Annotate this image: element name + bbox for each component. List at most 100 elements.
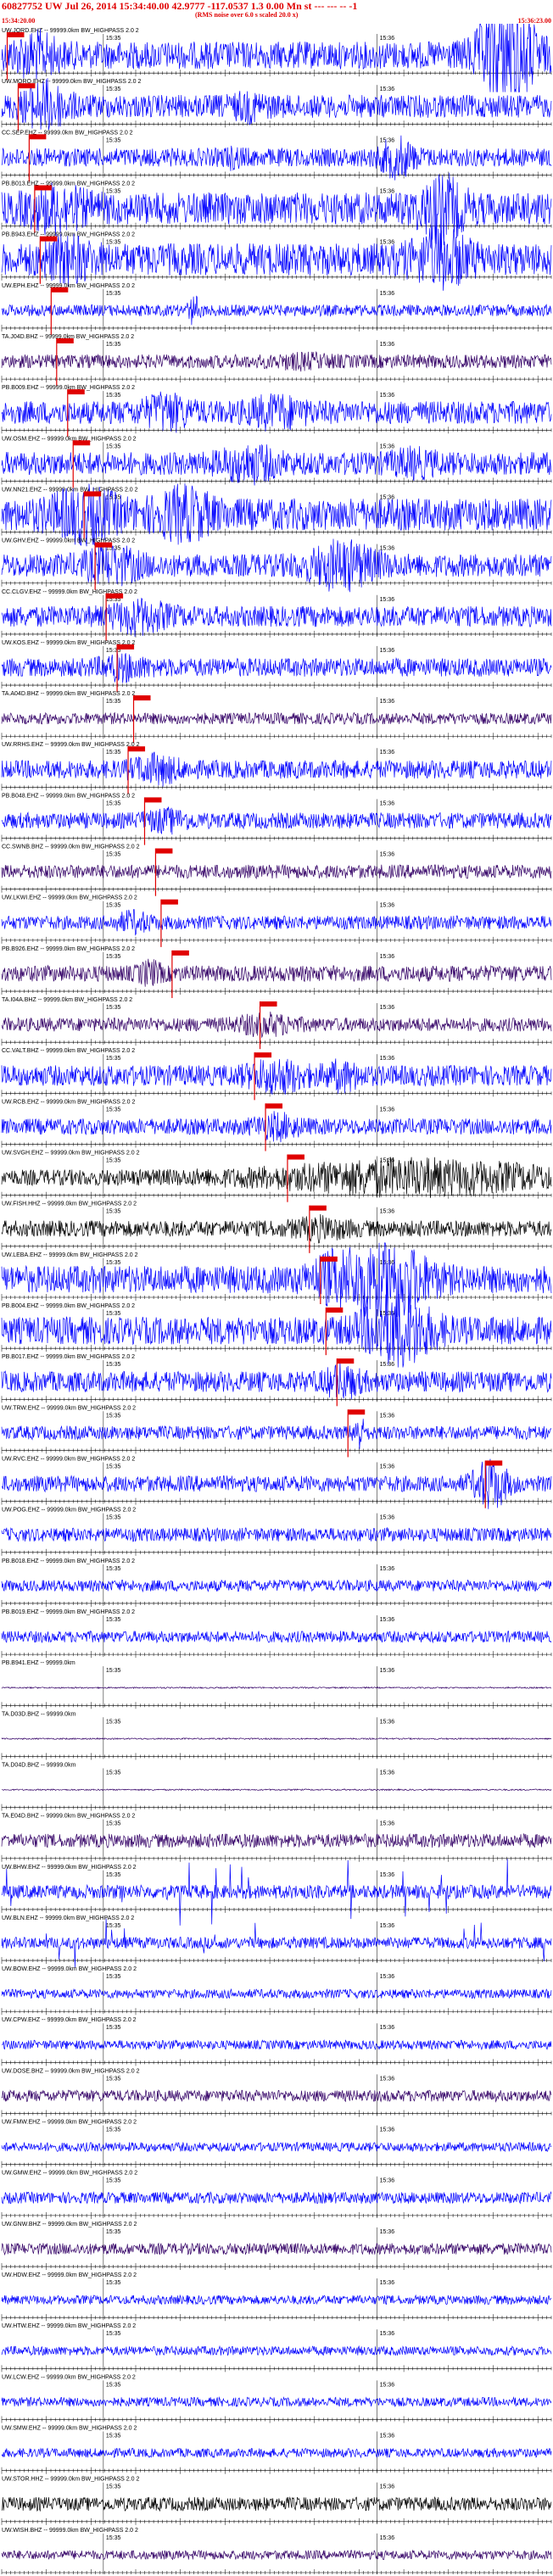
trace-label: PB.B013.EHZ -- 99999.0km BW_HIGHPASS 2.0… [2, 181, 135, 187]
minute-label: 15:35 [106, 86, 121, 92]
trace-label: UW.GMW.EHZ -- 99999.0km BW_HIGHPASS 2.0 … [2, 2171, 137, 2177]
waveform [1, 1788, 552, 1792]
minute-label: 15:35 [106, 1872, 121, 1878]
pick-flag [18, 83, 36, 89]
waveform [1, 2039, 552, 2051]
minute-label: 15:36 [380, 1464, 395, 1469]
waveform [1, 1012, 552, 1039]
trace-label: UW.LKWI.EHZ -- 99999.0km BW_HIGHPASS 2.0… [2, 895, 137, 901]
trace-label: UW.HDW.EHZ -- 99999.0km BW_HIGHPASS 2.0 … [2, 2272, 137, 2278]
pick-flag [51, 287, 69, 293]
pick-flag [337, 1358, 355, 1364]
waveform [1, 538, 552, 593]
pick-flag [56, 337, 74, 343]
trace-label: UW.BOW.EHZ -- 99999.0km BW_HIGHPASS 2.0 … [2, 1966, 137, 1972]
pick-flag [106, 593, 124, 599]
waveform [1, 2345, 552, 2356]
minute-label: 15:35 [106, 1158, 121, 1164]
trace-label: TA.I04A.BHZ -- 99999.0km BW_HIGHPASS 2.0… [2, 997, 132, 1003]
minute-label: 15:35 [106, 36, 121, 42]
minute-label: 15:36 [380, 291, 395, 297]
trace-label: UW.KOS.EHZ -- 99999.0km BW_HIGHPASS 2.0 … [2, 640, 136, 646]
minute-label: 15:36 [380, 1668, 395, 1674]
trace-label: TA.D03D.BHZ -- 99999.0km [2, 1711, 76, 1717]
minute-label: 15:36 [380, 1770, 395, 1776]
pick-flag [171, 950, 189, 956]
trace-label: UW.LEBA.EHZ -- 99999.0km BW_HIGHPASS 2.0… [2, 1252, 138, 1258]
minute-label: 15:36 [380, 546, 395, 552]
minute-label: 15:35 [106, 2127, 121, 2133]
seismogram-panel: UW.JORD.EHZ -- 99999.0km BW_HIGHPASS 2.0… [1, 24, 552, 2574]
pick-flag [7, 32, 25, 37]
minute-label: 15:36 [380, 2535, 395, 2541]
waveform [1, 2088, 552, 2103]
minute-label: 15:36 [380, 1056, 395, 1062]
minute-label: 15:35 [106, 2382, 121, 2388]
minute-label: 15:36 [380, 2382, 395, 2388]
minute-label: 15:36 [380, 2280, 395, 2286]
trace-label: UW.DOSE.BHZ -- 99999.0km BW_HIGHPASS 2.0… [2, 2068, 140, 2074]
minute-label: 15:35 [106, 1362, 121, 1368]
minute-label: 15:35 [106, 699, 121, 705]
minute-label: 15:36 [380, 137, 395, 143]
pick-flag [348, 1409, 366, 1415]
minute-label: 15:35 [106, 393, 121, 399]
minute-label: 15:36 [380, 240, 395, 246]
minute-label: 15:36 [380, 1158, 395, 1164]
trace-label: TA.A04D.BHZ -- 99999.0km BW_HIGHPASS 2.0… [2, 691, 135, 697]
waveform [1, 2141, 552, 2153]
waveform [1, 806, 552, 835]
minute-label: 15:35 [106, 2434, 121, 2439]
minute-label: 15:36 [380, 1617, 395, 1623]
minute-label: 15:35 [106, 188, 121, 194]
waveform [1, 651, 552, 683]
record-title: 60827752 UW Jul 26, 2014 15:34:40.00 42.… [2, 0, 358, 12]
trace-label: UW.EPH.EHZ -- 99999.0km BW_HIGHPASS 2.0 … [2, 283, 135, 289]
minute-label: 15:35 [106, 1260, 121, 1266]
trace-label: TA.D04D.BHZ -- 99999.0km [2, 1762, 76, 1768]
trace-label: TA.E04D.BHZ -- 99999.0km BW_HIGHPASS 2.0… [2, 1814, 135, 1820]
minute-label: 15:35 [106, 1770, 121, 1776]
minute-label: 15:35 [106, 1005, 121, 1011]
trace-label: PB.B943.EHZ -- 99999.0km BW_HIGHPASS 2.0… [2, 232, 135, 238]
trace-label: PB.B018.EHZ -- 99999.0km BW_HIGHPASS 2.0… [2, 1558, 135, 1564]
waveform [1, 1686, 552, 1689]
trace-label: UW.FMW.EHZ -- 99999.0km BW_HIGHPASS 2.0 … [2, 2120, 137, 2126]
trace-label: UW.RCB.EHZ -- 99999.0km BW_HIGHPASS 2.0 … [2, 1099, 136, 1105]
trace-label: PB.B019.EHZ -- 99999.0km BW_HIGHPASS 2.0… [2, 1609, 135, 1615]
waveform [1, 711, 552, 726]
pick-flag [40, 236, 58, 242]
minute-label: 15:35 [106, 1209, 121, 1215]
waveform [1, 863, 552, 880]
waveform [1, 1832, 552, 1848]
minute-label: 15:36 [380, 1872, 395, 1878]
pick-flag [155, 848, 173, 854]
waveform [1, 1362, 552, 1400]
minute-label: 15:36 [380, 1362, 395, 1368]
minute-label: 15:36 [380, 1515, 395, 1521]
waveform [1, 1111, 552, 1143]
waveform [1, 2190, 552, 2205]
pick-flag [260, 1001, 277, 1007]
minute-label: 15:35 [106, 903, 121, 909]
minute-label: 15:36 [380, 2434, 395, 2439]
minute-label: 15:36 [380, 1107, 395, 1112]
pick-flag [144, 797, 162, 803]
minute-label: 15:36 [380, 1209, 395, 1215]
trace-label: UW.GNW.BHZ -- 99999.0km BW_HIGHPASS 2.0 … [2, 2222, 137, 2228]
minute-label: 15:36 [380, 443, 395, 449]
trace-label: UW.TRW.EHZ -- 99999.0km BW_HIGHPASS 2.0 … [2, 1405, 136, 1411]
waveform [1, 2447, 552, 2459]
minute-label: 15:36 [380, 2178, 395, 2184]
waveform [1, 1579, 552, 1593]
minute-label: 15:35 [106, 1566, 121, 1572]
minute-label: 15:36 [380, 393, 395, 399]
minute-label: 15:35 [106, 240, 121, 246]
trace-label: PB.B004.EHZ -- 99999.0km BW_HIGHPASS 2.0… [2, 1303, 135, 1309]
minute-label: 15:36 [380, 1923, 395, 1929]
pick-flag [133, 695, 151, 701]
waveform [1, 909, 552, 936]
minute-label: 15:36 [380, 2331, 395, 2337]
minute-label: 15:35 [106, 1107, 121, 1112]
pick-flag [287, 1154, 304, 1160]
